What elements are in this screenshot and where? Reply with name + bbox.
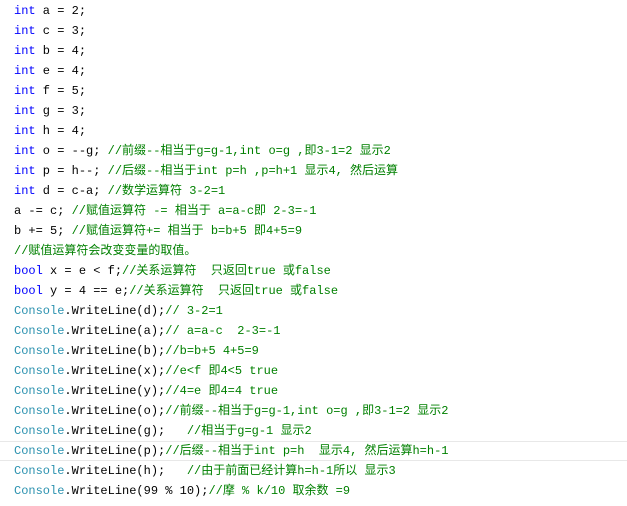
code-comment: // a=a-c 2-3=-1	[165, 324, 281, 338]
code-comment: //b=b+5 4+5=9	[165, 344, 259, 358]
code-line[interactable]: Console.WriteLine(h); //由于前面已经计算h=h-1所以 …	[14, 461, 627, 481]
code-keyword: int	[14, 124, 36, 138]
code-keyword: int	[14, 164, 36, 178]
code-text: a -= c;	[14, 204, 72, 218]
code-type: Console	[14, 344, 65, 358]
code-text: .WriteLine(g);	[64, 424, 187, 438]
code-text: h = 4;	[35, 124, 87, 138]
code-comment: //赋值运算符 -= 相当于 a=a-c即 2-3=-1	[71, 204, 317, 218]
code-keyword: int	[14, 64, 36, 78]
code-text: f = 5;	[35, 84, 87, 98]
code-line[interactable]: int b = 4;	[14, 41, 627, 61]
code-line[interactable]: int c = 3;	[14, 21, 627, 41]
code-comment: //数学运算符 3-2=1	[107, 184, 226, 198]
code-line[interactable]: bool x = e < f;//关系运算符 只返回true 或false	[14, 261, 627, 281]
code-text: g = 3;	[35, 104, 87, 118]
code-type: Console	[14, 324, 65, 338]
code-keyword: int	[14, 4, 36, 18]
code-text: c = 3;	[35, 24, 87, 38]
code-comment: //后缀--相当于int p=h 显示4, 然后运算h=h-1	[165, 444, 449, 458]
code-type: Console	[14, 384, 65, 398]
code-line[interactable]: int h = 4;	[14, 121, 627, 141]
code-comment: //前缀--相当于g=g-1,int o=g ,即3-1=2 显示2	[107, 144, 391, 158]
code-text: .WriteLine(h);	[64, 464, 187, 478]
code-line[interactable]: Console.WriteLine(d);// 3-2=1	[14, 301, 627, 321]
code-comment: //关系运算符 只返回true 或false	[122, 264, 331, 278]
code-type: Console	[14, 464, 65, 478]
code-line[interactable]: b += 5; //赋值运算符+= 相当于 b=b+5 即4+5=9	[14, 221, 627, 241]
code-keyword: int	[14, 104, 36, 118]
code-line[interactable]: a -= c; //赋值运算符 -= 相当于 a=a-c即 2-3=-1	[14, 201, 627, 221]
code-text: e = 4;	[35, 64, 87, 78]
code-text: d = c-a;	[35, 184, 108, 198]
code-keyword: int	[14, 44, 36, 58]
code-comment: //4=e 即4=4 true	[165, 384, 279, 398]
code-comment: //后缀--相当于int p=h ,p=h+1 显示4, 然后运算	[107, 164, 399, 178]
code-type: Console	[14, 304, 65, 318]
code-keyword: int	[14, 184, 36, 198]
code-text: .WriteLine(o);	[64, 404, 166, 418]
code-text: a = 2;	[35, 4, 87, 18]
code-type: Console	[14, 424, 65, 438]
code-text: .WriteLine(d);	[64, 304, 166, 318]
code-line[interactable]: int o = --g; //前缀--相当于g=g-1,int o=g ,即3-…	[14, 141, 627, 161]
code-keyword: bool	[14, 284, 43, 298]
code-keyword: int	[14, 84, 36, 98]
code-line[interactable]: Console.WriteLine(y);//4=e 即4=4 true	[14, 381, 627, 401]
code-comment: //关系运算符 只返回true 或false	[129, 284, 339, 298]
code-text: .WriteLine(99 % 10);	[64, 484, 209, 498]
code-text: .WriteLine(a);	[64, 324, 166, 338]
code-keyword: int	[14, 144, 36, 158]
code-comment: //相当于g=g-1 显示2	[186, 424, 312, 438]
code-line[interactable]: int a = 2;	[14, 1, 627, 21]
code-line[interactable]: Console.WriteLine(g); //相当于g=g-1 显示2	[14, 421, 627, 441]
code-line[interactable]: int p = h--; //后缀--相当于int p=h ,p=h+1 显示4…	[14, 161, 627, 181]
code-type: Console	[14, 444, 65, 458]
code-comment: //赋值运算符+= 相当于 b=b+5 即4+5=9	[71, 224, 303, 238]
code-text: .WriteLine(p);	[64, 444, 166, 458]
code-comment: //摩 % k/10 取余数 =9	[208, 484, 351, 498]
code-text: b += 5;	[14, 224, 72, 238]
code-comment: //赋值运算符会改变变量的取值。	[14, 244, 197, 258]
code-text: p = h--;	[35, 164, 108, 178]
code-line[interactable]: int d = c-a; //数学运算符 3-2=1	[14, 181, 627, 201]
code-type: Console	[14, 404, 65, 418]
code-editor[interactable]: int a = 2; int c = 3; int b = 4; int e = 4;…	[0, 1, 627, 501]
code-text: .WriteLine(x);	[64, 364, 166, 378]
code-line[interactable]: Console.WriteLine(p);//后缀--相当于int p=h 显示…	[0, 441, 627, 461]
code-line[interactable]: Console.WriteLine(99 % 10);//摩 % k/10 取余…	[14, 481, 627, 501]
code-line[interactable]: //赋值运算符会改变变量的取值。	[14, 241, 627, 261]
code-line[interactable]: int f = 5;	[14, 81, 627, 101]
code-line[interactable]: Console.WriteLine(b);//b=b+5 4+5=9	[14, 341, 627, 361]
code-text: o = --g;	[35, 144, 108, 158]
code-line[interactable]: int g = 3;	[14, 101, 627, 121]
code-type: Console	[14, 364, 65, 378]
code-line[interactable]: int e = 4;	[14, 61, 627, 81]
code-text: .WriteLine(y);	[64, 384, 166, 398]
code-comment: // 3-2=1	[165, 304, 223, 318]
code-text: y = 4 == e;	[42, 284, 130, 298]
code-text: .WriteLine(b);	[64, 344, 166, 358]
code-text: b = 4;	[35, 44, 87, 58]
code-keyword: bool	[14, 264, 43, 278]
code-line[interactable]: bool y = 4 == e;//关系运算符 只返回true 或false	[14, 281, 627, 301]
code-comment: //由于前面已经计算h=h-1所以 显示3	[186, 464, 396, 478]
code-line[interactable]: Console.WriteLine(o);//前缀--相当于g=g-1,int …	[14, 401, 627, 421]
code-comment: //e<f 即4<5 true	[165, 364, 279, 378]
code-type: Console	[14, 484, 65, 498]
code-comment: //前缀--相当于g=g-1,int o=g ,即3-1=2 显示2	[165, 404, 449, 418]
code-text: x = e < f;	[42, 264, 123, 278]
code-keyword: int	[14, 24, 36, 38]
code-line[interactable]: Console.WriteLine(x);//e<f 即4<5 true	[14, 361, 627, 381]
code-line[interactable]: Console.WriteLine(a);// a=a-c 2-3=-1	[14, 321, 627, 341]
